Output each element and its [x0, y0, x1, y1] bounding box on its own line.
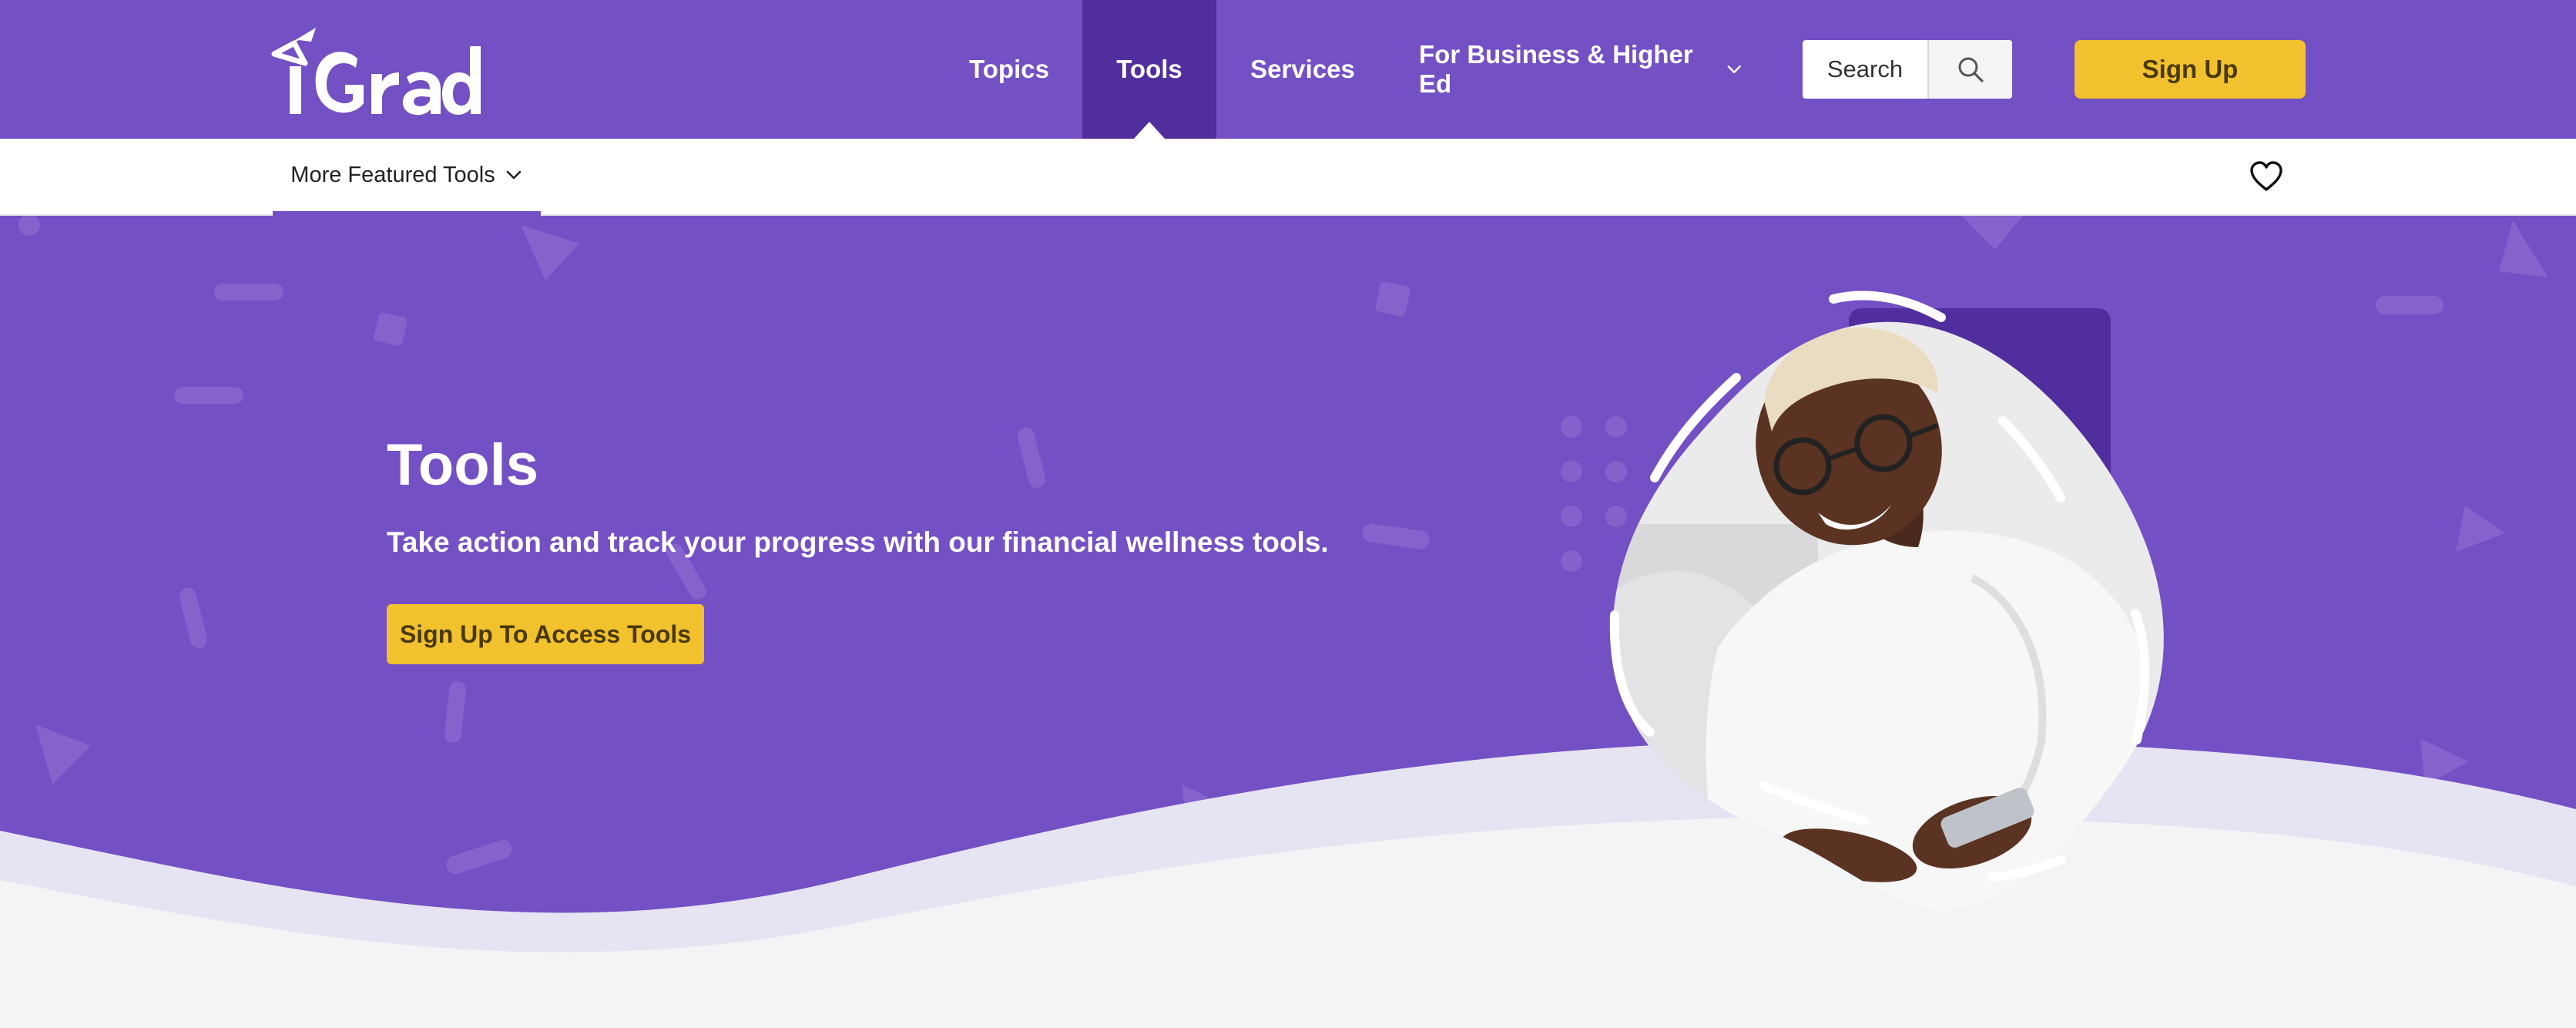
search-button[interactable]: [1929, 40, 2012, 99]
favorites-button[interactable]: [2248, 158, 2285, 195]
sign-up-label: Sign Up: [2142, 55, 2239, 83]
chevron-down-icon: [1727, 66, 1741, 73]
igrad-logo[interactable]: iGrad: [271, 23, 481, 117]
active-tab-caret: [1134, 122, 1165, 139]
nav-business-higher-ed[interactable]: For Business & Higher Ed: [1419, 0, 1742, 139]
page-title: Tools: [387, 432, 539, 498]
nav-topics[interactable]: Topics: [946, 0, 1072, 139]
featured-tools-label: More Featured Tools: [290, 162, 495, 187]
sign-up-button[interactable]: Sign Up: [2075, 40, 2306, 99]
heart-icon: [2250, 161, 2283, 191]
hero-photo: [1609, 291, 2164, 910]
more-featured-tools-dropdown[interactable]: More Featured Tools: [273, 139, 541, 216]
chevron-down-icon: [506, 170, 522, 180]
search-label: Search: [1826, 55, 1903, 82]
search-icon: [1958, 57, 1984, 82]
hero-section: Tools Take action and track your progres…: [0, 216, 2576, 1028]
igrad-logo-mark: [271, 28, 481, 116]
nav-services-label: Services: [1250, 55, 1355, 83]
nav-tools[interactable]: Tools: [1082, 0, 1216, 139]
sub-nav: More Featured Tools: [0, 139, 2576, 216]
search-input[interactable]: Search: [1803, 40, 1929, 99]
sign-up-to-access-tools-button[interactable]: Sign Up To Access Tools: [387, 604, 704, 664]
nav-tools-label: Tools: [1116, 55, 1182, 83]
hero-subtitle: Take action and track your progress with…: [387, 526, 1329, 558]
nav-business-label: For Business & Higher Ed: [1419, 40, 1693, 98]
cta-label: Sign Up To Access Tools: [399, 620, 692, 648]
nav-services[interactable]: Services: [1237, 0, 1368, 139]
top-nav: iGrad Topics Tools Services For Business…: [0, 0, 2576, 139]
nav-topics-label: Topics: [969, 55, 1049, 83]
person-photo: [1612, 321, 2164, 910]
search-box[interactable]: Search: [1803, 40, 2012, 99]
